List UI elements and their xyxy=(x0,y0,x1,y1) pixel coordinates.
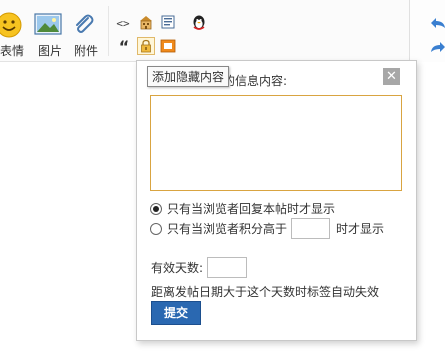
image-icon xyxy=(34,12,66,36)
lock-icon xyxy=(139,39,153,53)
code-button[interactable]: <> xyxy=(114,14,132,32)
points-input[interactable] xyxy=(291,218,331,239)
radio-reply-option[interactable]: 只有当浏览者回复本帖时才显示 xyxy=(150,200,335,217)
valid-days-input[interactable] xyxy=(207,257,248,278)
toolbar-divider xyxy=(108,6,109,56)
undo-button[interactable] xyxy=(430,16,445,30)
quote-icon: “ xyxy=(118,37,130,56)
media-button[interactable] xyxy=(159,37,177,55)
emoji-icon xyxy=(0,12,28,38)
attachment-label: 附件 xyxy=(73,44,98,58)
doc-icon xyxy=(160,14,176,30)
code-icon: <> xyxy=(116,16,130,30)
building-button[interactable] xyxy=(137,13,155,31)
redo-button[interactable] xyxy=(430,40,445,54)
radio-reply[interactable] xyxy=(150,202,162,215)
attachment-icon xyxy=(70,12,102,38)
redo-icon xyxy=(430,40,445,54)
radio-points[interactable] xyxy=(150,222,162,235)
editor-toolbar: 表情 图片 附件 <> “ xyxy=(0,0,445,62)
valid-days-label: 有效天数: xyxy=(151,261,204,275)
attachment-button[interactable]: 附件 xyxy=(70,12,102,58)
radio-reply-label: 只有当浏览者回复本帖时才显示 xyxy=(167,202,336,216)
emoji-button[interactable]: 表情 xyxy=(0,12,28,58)
hide-content-tooltip: 添加隐藏内容 xyxy=(147,66,230,87)
doc-button[interactable] xyxy=(159,13,177,31)
close-button[interactable]: ✕ xyxy=(383,68,400,85)
penguin-icon xyxy=(191,14,207,31)
radio-points-option[interactable]: 只有当浏览者积分高于 时才显示 xyxy=(150,218,384,239)
valid-days-row: 有效天数: xyxy=(151,257,248,278)
media-icon xyxy=(160,39,176,53)
hide-content-dialog: 请输入要隐藏的信息内容: ✕ 只有当浏览者回复本帖时才显示 只有当浏览者积分高于… xyxy=(136,60,417,341)
undo-icon xyxy=(430,16,445,30)
hidden-content-textarea[interactable] xyxy=(150,95,402,191)
submit-button[interactable]: 提交 xyxy=(151,301,201,325)
history-group xyxy=(409,0,445,62)
qq-button[interactable] xyxy=(190,13,208,31)
radio-points-label-prefix: 只有当浏览者积分高于 xyxy=(167,222,288,236)
close-icon: ✕ xyxy=(386,69,397,84)
expire-note: 距离发帖日期大于这个天数时标签自动失效 xyxy=(151,285,380,299)
quote-button[interactable]: “ xyxy=(115,38,133,56)
radio-points-label-suffix: 时才显示 xyxy=(336,222,385,236)
image-button[interactable]: 图片 xyxy=(34,12,66,58)
building-icon xyxy=(138,14,154,30)
hide-content-button[interactable] xyxy=(137,37,155,55)
